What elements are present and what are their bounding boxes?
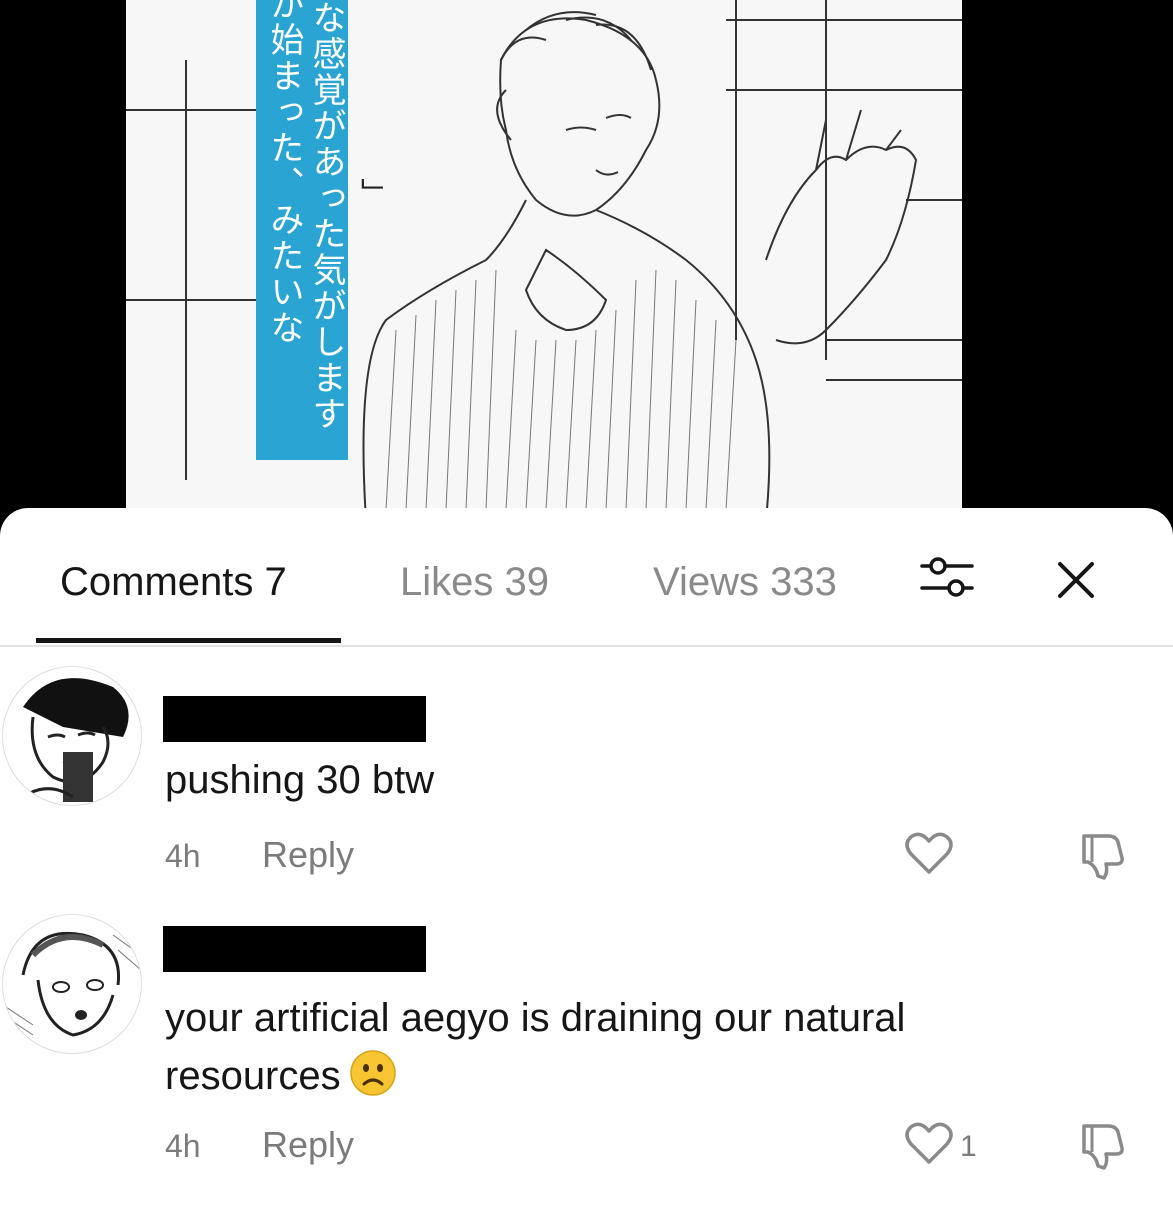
avatar[interactable]: [2, 914, 142, 1054]
close-icon[interactable]: [1056, 560, 1096, 605]
tab-views[interactable]: Views 333: [653, 560, 837, 605]
thumbs-down-icon[interactable]: [1078, 1120, 1130, 1175]
caption-line-2: な感覚があった気がします: [306, 0, 346, 432]
reply-button[interactable]: Reply: [262, 834, 354, 876]
avatar[interactable]: [2, 666, 142, 806]
redacted-username: [163, 926, 426, 972]
caption-line-3: 」: [355, 178, 390, 210]
avatar-drawing: [11, 678, 129, 805]
tab-bar: Comments 7 Likes 39 Views 333: [0, 508, 1173, 648]
comment-text: pushing 30 btw: [165, 758, 435, 802]
divider: [0, 645, 1173, 647]
like-count: 1: [960, 1130, 977, 1163]
comment-time: 4h: [165, 1128, 201, 1164]
redacted-username: [163, 696, 426, 742]
comment-text-line-1: your artificial aegyo is draining our na…: [165, 996, 906, 1040]
filter-sliders-icon[interactable]: [918, 552, 976, 607]
manga-artwork-image: が始まった、みたいな な感覚があった気がします 」: [126, 0, 962, 520]
comments-sheet: Comments 7 Likes 39 Views 333 pushing 30…: [0, 508, 1173, 1208]
comment-time: 4h: [165, 838, 201, 874]
thumbs-down-icon[interactable]: [1078, 830, 1130, 885]
active-tab-indicator: [36, 638, 341, 643]
comment-text-line-2: resources: [165, 1046, 397, 1106]
frowning-face-emoji: [349, 1050, 396, 1096]
heart-icon[interactable]: [905, 832, 953, 881]
heart-icon[interactable]: [905, 1122, 953, 1171]
caption-line-1: が始まった、みたいな: [264, 0, 304, 346]
tab-comments[interactable]: Comments 7: [60, 560, 287, 605]
reply-button[interactable]: Reply: [262, 1124, 354, 1166]
avatar-drawing: [3, 931, 141, 1046]
comment-text-line-2-text: resources: [165, 1054, 341, 1098]
manga-sketch: [126, 0, 962, 520]
tab-likes[interactable]: Likes 39: [400, 560, 549, 605]
